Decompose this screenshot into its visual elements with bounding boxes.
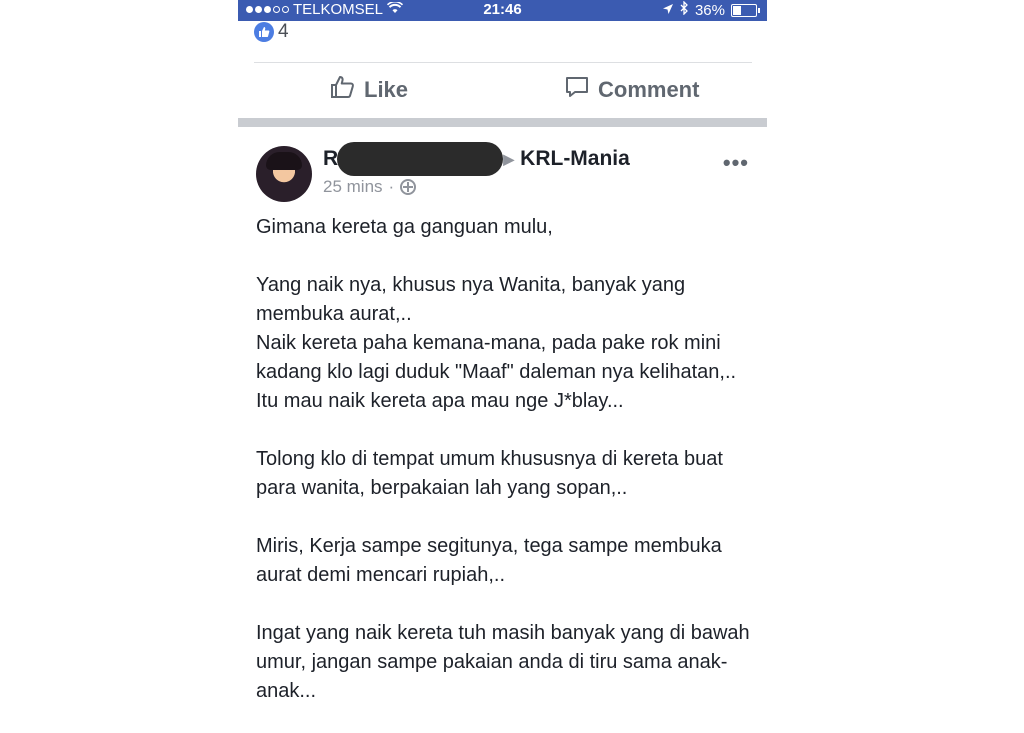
battery-percent: 36%: [694, 1, 725, 19]
comment-button[interactable]: Comment: [564, 74, 699, 106]
author-line: R ya ▶ KRL-Mania: [323, 142, 630, 176]
author-name-start: R: [323, 147, 339, 170]
reactions-summary[interactable]: 4: [254, 21, 289, 43]
divider: [254, 62, 752, 63]
battery-icon: [731, 3, 760, 17]
group-name[interactable]: KRL-Mania: [520, 147, 630, 171]
post-timestamp[interactable]: 25 mins: [323, 177, 383, 197]
status-bar: TELKOMSEL 21:46 36%: [238, 0, 767, 21]
post-time-line: 25 mins ·: [323, 177, 630, 197]
author-avatar[interactable]: [256, 146, 312, 202]
globe-icon: [400, 179, 417, 195]
reaction-count: 4: [278, 21, 289, 42]
comment-icon: [564, 74, 590, 106]
author-name[interactable]: R ya: [323, 142, 503, 176]
like-reaction-icon: [254, 22, 274, 42]
battery-fill: [733, 5, 741, 15]
bluetooth-icon: [680, 0, 689, 19]
post-line: Itu mau naik kereta apa mau nge J*blay..…: [256, 390, 624, 412]
comment-label: Comment: [598, 77, 700, 102]
status-right: 36%: [662, 0, 760, 19]
post-line: Naik kereta paha kemana-mana, pada pake …: [256, 332, 737, 383]
separator-dot: ·: [388, 177, 395, 196]
redaction-mark: [337, 142, 503, 176]
post-line: Gimana kereta ga ganguan mulu,: [256, 216, 553, 238]
post-body: Gimana kereta ga ganguan mulu, Yang naik…: [256, 213, 756, 706]
post-header: R ya ▶ KRL-Mania 25 mins ·: [323, 142, 630, 197]
post-line: Miris, Kerja sampe segitunya, tega sampe…: [256, 535, 722, 586]
location-arrow-icon: [662, 2, 674, 19]
shared-to-arrow-icon: ▶: [503, 150, 515, 167]
phone-screen: TELKOMSEL 21:46 36% 4 Like Comment R ▶ K…: [238, 0, 767, 733]
post-line: Tolong klo di tempat umum khususnya di k…: [256, 448, 723, 499]
post-line: Yang naik nya, khusus nya Wanita, banyak…: [256, 274, 686, 325]
more-options-button[interactable]: •••: [723, 150, 749, 176]
thumbs-up-icon: [330, 74, 356, 106]
post-actions: Like Comment: [238, 64, 767, 114]
like-label: Like: [364, 77, 409, 102]
post-line: Ingat yang naik kereta tuh masih banyak …: [256, 622, 750, 702]
like-button[interactable]: Like: [330, 74, 408, 106]
feed-separator: [238, 118, 767, 127]
